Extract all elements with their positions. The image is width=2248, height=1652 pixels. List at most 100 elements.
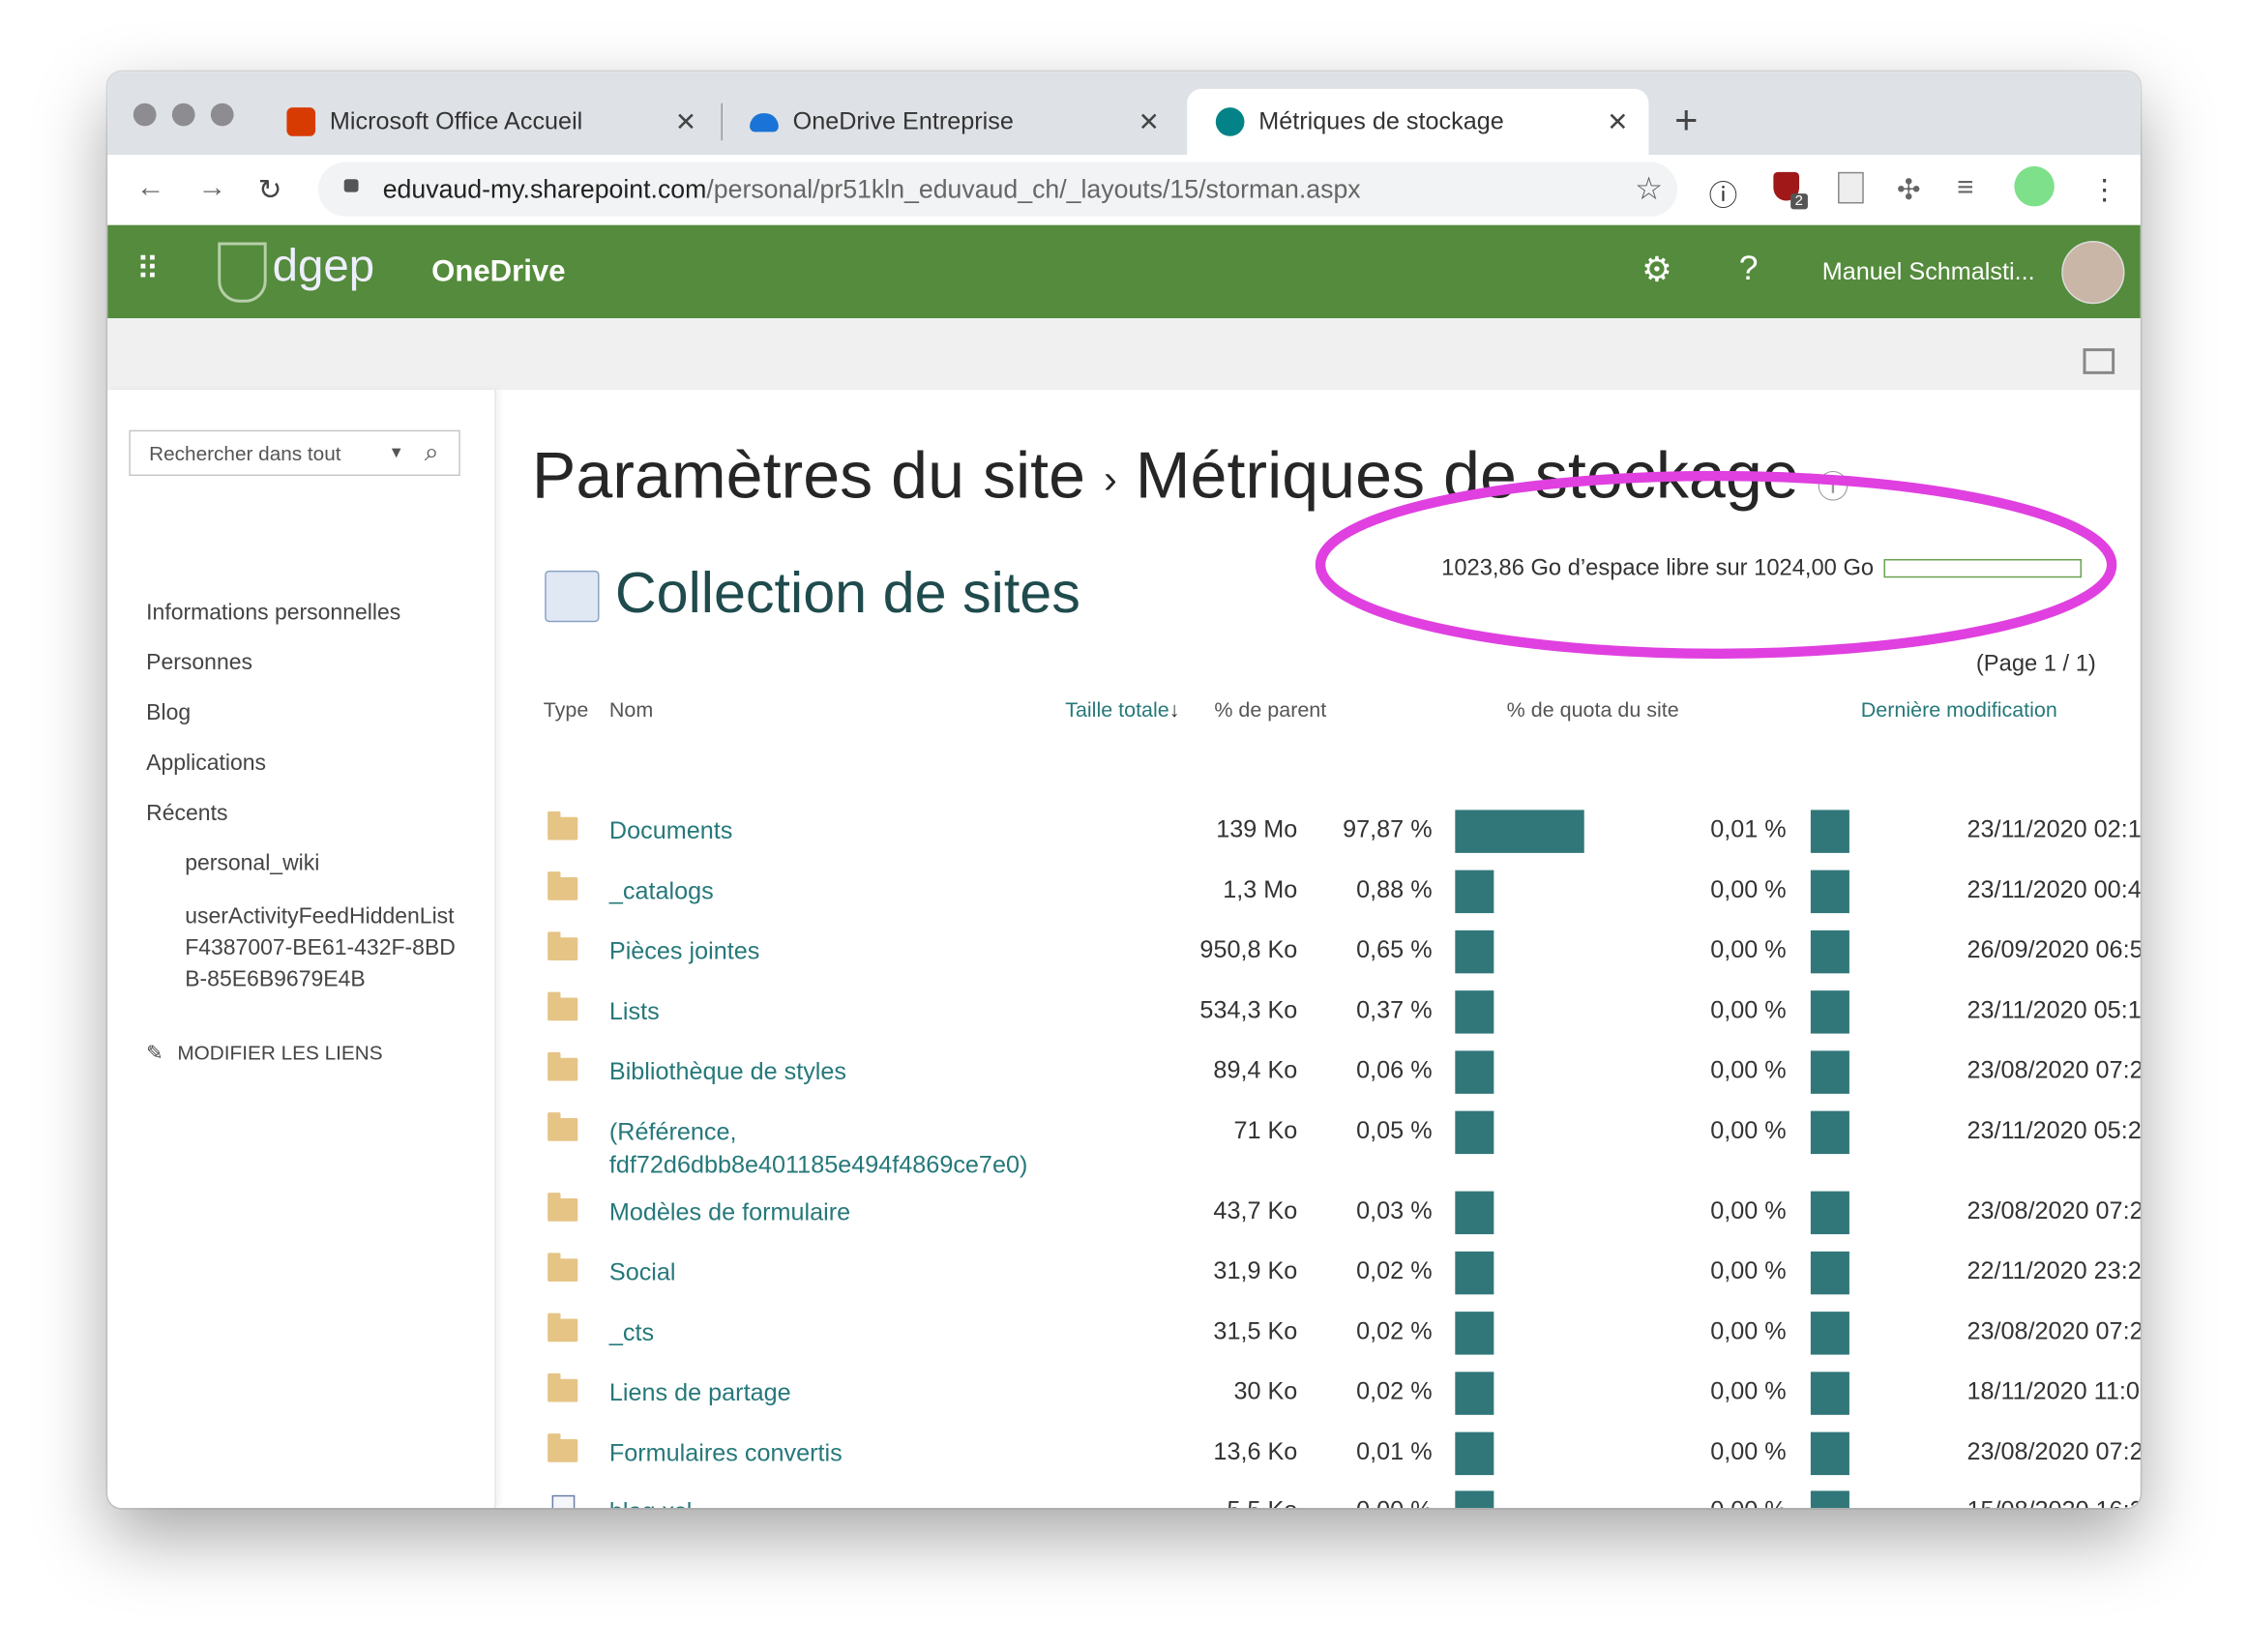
item-size: 71 Ko (1233, 1116, 1298, 1144)
item-quota-pct: 0,00 % (1710, 935, 1787, 963)
col-size[interactable]: Taille totale↓ (1065, 699, 1179, 723)
sharepoint-icon (1215, 107, 1245, 136)
close-tab-icon[interactable]: ✕ (675, 106, 696, 136)
folder-icon (547, 871, 578, 900)
close-tab-icon[interactable]: ✕ (1607, 106, 1628, 136)
item-name-link[interactable]: Liens de partage (609, 1376, 1053, 1409)
bookmark-star-icon[interactable]: ☆ (1635, 162, 1663, 216)
main-content: Paramètres du site › Métriques de stocka… (496, 390, 2141, 1509)
item-name-link[interactable]: _catalogs (609, 874, 1053, 907)
search-scope-dropdown-icon[interactable]: ▼ (389, 431, 404, 474)
quota-pct-bar (1810, 810, 1849, 853)
item-parent-pct: 0,65 % (1356, 935, 1433, 963)
item-name-link[interactable]: Pièces jointes (609, 934, 1053, 967)
col-modified[interactable]: Dernière modification (1861, 699, 2057, 723)
new-tab-button[interactable]: + (1674, 98, 1698, 143)
dgep-logo[interactable]: dgep (273, 240, 375, 293)
page-title: Paramètres du site › Métriques de stocka… (532, 436, 1849, 514)
nav-item-people[interactable]: Personnes (146, 651, 252, 677)
browser-window: Microsoft Office Accueil ✕ OneDrive Entr… (107, 72, 2141, 1509)
item-modified: 22/11/2020 23:26 (1967, 1256, 2141, 1284)
address-bar[interactable]: eduvaud-my.sharepoint.com/personal/pr51k… (318, 162, 1678, 217)
item-size: 43,7 Ko (1213, 1196, 1298, 1224)
item-modified: 23/11/2020 05:23 (1967, 1116, 2141, 1144)
search-input[interactable]: Rechercher dans tout ▼ ⌕ (129, 429, 460, 477)
profile-avatar[interactable] (2014, 165, 2055, 207)
item-parent-pct: 0,05 % (1356, 1116, 1433, 1144)
close-window-button[interactable] (133, 103, 157, 127)
breadcrumb-separator: › (1103, 457, 1117, 502)
back-icon[interactable]: ← (136, 172, 165, 205)
help-icon[interactable]: ? (1739, 250, 1759, 289)
item-size: 31,9 Ko (1213, 1256, 1298, 1284)
col-size-label: Taille totale (1065, 699, 1169, 723)
folder-icon (547, 1051, 578, 1081)
item-size: 89,4 Ko (1213, 1056, 1298, 1084)
tab-office[interactable]: Microsoft Office Accueil ✕ (258, 89, 717, 155)
onedrive-icon (750, 112, 779, 132)
media-icon[interactable]: ≡ (1957, 172, 1973, 205)
item-size: 13,6 Ko (1213, 1437, 1298, 1465)
nav-item-personal-info[interactable]: Informations personnelles (146, 601, 400, 627)
item-name-link[interactable]: Lists (609, 995, 1053, 1028)
password-extension-icon[interactable]: ⓘ (1709, 172, 1738, 214)
focus-mode-icon[interactable] (2083, 348, 2115, 374)
item-parent-pct: 0,02 % (1356, 1256, 1433, 1284)
reader-icon[interactable] (1838, 171, 1864, 204)
site-collection-icon (545, 570, 600, 623)
item-modified: 23/08/2020 07:21 (1967, 1196, 2141, 1224)
item-name-link[interactable]: Social (609, 1255, 1053, 1288)
item-name-link[interactable]: _cts (609, 1316, 1053, 1349)
item-quota-pct: 0,00 % (1710, 1116, 1787, 1144)
info-icon[interactable]: ⓘ (1818, 469, 1849, 505)
quota-bar (1883, 559, 2083, 578)
office-icon (286, 107, 316, 136)
folder-icon (547, 1313, 578, 1342)
quota-pct-bar (1810, 1191, 1849, 1235)
quota-pct-bar (1810, 1050, 1849, 1094)
close-tab-icon[interactable]: ✕ (1139, 106, 1160, 136)
col-name[interactable]: Nom (609, 699, 653, 723)
item-quota-pct: 0,00 % (1710, 1256, 1787, 1284)
tab-storage-metrics[interactable]: Métriques de stockage ✕ (1187, 88, 1649, 156)
folder-icon (547, 1112, 578, 1141)
forward-icon[interactable]: → (198, 172, 227, 205)
maximize-window-button[interactable] (210, 103, 234, 127)
item-parent-pct: 0,00 % (1356, 1496, 1432, 1508)
nav-item-applications[interactable]: Applications (146, 752, 266, 778)
edit-links-label: MODIFIER LES LIENS (177, 1041, 383, 1064)
item-modified: 23/08/2020 07:21 (1967, 1437, 2141, 1465)
nav-item-activity-feed[interactable]: userActivityFeedHiddenListF4387007-BE61-… (185, 901, 464, 996)
item-name-link[interactable]: Documents (609, 814, 1053, 847)
item-size: 31,5 Ko (1213, 1317, 1298, 1345)
menu-kebab-icon[interactable]: ⋮ (2090, 172, 2119, 208)
settings-gear-icon[interactable]: ⚙ (1642, 250, 1672, 291)
parent-pct-bar (1455, 990, 1494, 1034)
folder-icon (547, 931, 578, 961)
item-name-link[interactable]: Bibliothèque de styles (609, 1055, 1053, 1088)
reload-icon[interactable]: ↻ (258, 172, 282, 208)
item-parent-pct: 97,87 % (1343, 815, 1433, 843)
item-name-link[interactable]: Formulaires convertis (609, 1436, 1053, 1469)
extensions-puzzle-icon[interactable]: ✣ (1897, 172, 1921, 208)
minimize-window-button[interactable] (171, 103, 195, 127)
item-name-link[interactable]: Modèles de formulaire (609, 1195, 1053, 1228)
item-parent-pct: 0,06 % (1356, 1056, 1433, 1084)
breadcrumb-parent[interactable]: Paramètres du site (532, 437, 1085, 512)
user-name[interactable]: Manuel Schmalsti... (1822, 258, 2035, 287)
tab-onedrive[interactable]: OneDrive Entreprise ✕ (721, 89, 1179, 155)
nav-item-personal-wiki[interactable]: personal_wiki (185, 851, 319, 877)
user-avatar[interactable] (2061, 240, 2125, 305)
edit-links-button[interactable]: ✎ MODIFIER LES LIENS (146, 1041, 382, 1065)
nav-item-blog[interactable]: Blog (146, 701, 191, 727)
parent-pct-bar (1455, 810, 1584, 853)
app-launcher-icon[interactable]: ⠿ (136, 251, 160, 288)
item-name-link[interactable]: blog.xsl (609, 1495, 1053, 1508)
search-icon[interactable]: ⌕ (425, 430, 439, 473)
quota-text: 1023,86 Go d’espace libre sur 1024,00 Go (1441, 556, 1875, 581)
quota-pct-bar (1810, 1431, 1849, 1476)
folder-icon (547, 811, 578, 841)
item-modified: 23/08/2020 07:21 (1967, 1317, 2141, 1345)
app-name[interactable]: OneDrive (431, 255, 565, 290)
item-name-link[interactable]: (Référence, fdf72d6dbb8e401185e494f4869c… (609, 1115, 1053, 1181)
